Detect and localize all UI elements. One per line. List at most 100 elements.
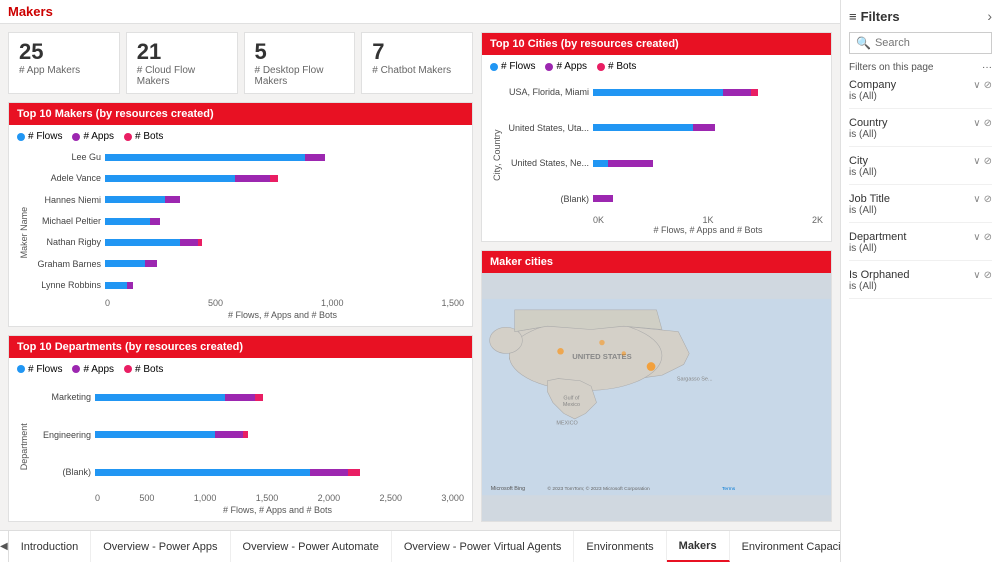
search-box[interactable]: 🔍 bbox=[849, 32, 992, 54]
maker-row-hannesniemi: Hannes Niemi bbox=[31, 195, 464, 205]
bottom-tabs: ◀ Introduction Overview - Power Apps Ove… bbox=[0, 530, 840, 562]
filter-city: City ∨ ⊘ is (All) bbox=[849, 155, 992, 185]
filter-department-expand[interactable]: ∨ bbox=[973, 232, 980, 243]
kpi-app-makers-label: # App Makers bbox=[19, 65, 109, 76]
tab-introduction[interactable]: Introduction bbox=[9, 531, 91, 562]
kpi-row: 25 # App Makers 21 # Cloud Flow Makers 5… bbox=[8, 32, 473, 94]
tab-overview-powerautomate[interactable]: Overview - Power Automate bbox=[231, 531, 392, 562]
filter-icon: ≡ bbox=[849, 9, 857, 24]
top10-cities-header: Top 10 Cities (by resources created) bbox=[482, 33, 831, 55]
kpi-chatbot-label: # Chatbot Makers bbox=[372, 65, 462, 76]
top10-departments-panel: Top 10 Departments (by resources created… bbox=[8, 335, 473, 522]
top10-departments-header: Top 10 Departments (by resources created… bbox=[9, 336, 472, 358]
filter-jobtitle-expand[interactable]: ∨ bbox=[973, 194, 980, 205]
page-header: Makers bbox=[0, 0, 840, 24]
top10-cities-panel: Top 10 Cities (by resources created) # F… bbox=[481, 32, 832, 242]
filter-country: Country ∨ ⊘ is (All) bbox=[849, 117, 992, 147]
kpi-chatbot-number: 7 bbox=[372, 39, 462, 65]
tab-makers[interactable]: Makers bbox=[667, 531, 730, 562]
tab-overview-powerapps[interactable]: Overview - Power Apps bbox=[91, 531, 230, 562]
page-title: Makers bbox=[8, 4, 53, 19]
search-input[interactable] bbox=[875, 37, 985, 49]
filter-company: Company ∨ ⊘ is (All) bbox=[849, 79, 992, 109]
svg-text:© 2023 TomTom; © 2023 Microsof: © 2023 TomTom; © 2023 Microsoft Corporat… bbox=[547, 485, 650, 492]
tab-environment-capacity[interactable]: Environment Capacity bbox=[730, 531, 840, 562]
filter-city-clear[interactable]: ⊘ bbox=[984, 156, 992, 167]
filters-header: ≡ Filters › bbox=[849, 8, 992, 24]
kpi-cloud-flow-label: # Cloud Flow Makers bbox=[137, 65, 227, 87]
maker-cities-panel: Maker cities bbox=[481, 250, 832, 522]
svg-text:Microsoft Bing: Microsoft Bing bbox=[491, 486, 525, 492]
tab-overview-powervirtualagents[interactable]: Overview - Power Virtual Agents bbox=[392, 531, 575, 562]
maker-cities-map: Gulf of Mexico UNITED STATES MEXICO Sarg… bbox=[482, 273, 831, 521]
kpi-cloud-flow-makers: 21 # Cloud Flow Makers bbox=[126, 32, 238, 94]
departments-x-axis: 0 500 1,000 1,500 2,000 2,500 3,000 bbox=[31, 493, 464, 503]
top10-departments-body: # Flows # Apps # Bots bbox=[9, 358, 472, 521]
maker-cities-header: Maker cities bbox=[482, 251, 831, 273]
dept-row-engineering: Engineering bbox=[31, 430, 464, 440]
filter-country-clear[interactable]: ⊘ bbox=[984, 118, 992, 129]
top10-cities-body: # Flows # Apps # Bots bbox=[482, 55, 831, 241]
svg-text:Terms: Terms bbox=[722, 486, 736, 492]
maker-row-leegu: Lee Gu bbox=[31, 152, 464, 162]
map-dot-miami bbox=[647, 362, 656, 371]
filter-city-expand[interactable]: ∨ bbox=[973, 156, 980, 167]
city-row-utah: United States, Uta... bbox=[504, 123, 819, 133]
departments-bar-chart: Marketing Engineering bbox=[31, 379, 464, 491]
tab-environments[interactable]: Environments bbox=[574, 531, 666, 562]
filter-orphaned-expand[interactable]: ∨ bbox=[973, 270, 980, 281]
cities-legend: # Flows # Apps # Bots bbox=[490, 61, 823, 72]
makers-bar-chart: Lee Gu Adele Vance bbox=[31, 146, 464, 295]
filter-company-expand[interactable]: ∨ bbox=[973, 80, 980, 91]
dept-y-axis-label: Department bbox=[17, 379, 31, 515]
cities-y-axis-label: City, Country bbox=[490, 76, 504, 235]
filter-orphaned: Is Orphaned ∨ ⊘ is (All) bbox=[849, 269, 992, 299]
city-row-ne: United States, Ne... bbox=[504, 158, 819, 168]
legend-apps: # Apps bbox=[72, 131, 114, 142]
maker-row-michaelpeltier: Michael Peltier bbox=[31, 216, 464, 226]
legend-flows-dot bbox=[17, 133, 25, 141]
filter-department: Department ∨ ⊘ is (All) bbox=[849, 231, 992, 261]
filters-title: ≡ Filters bbox=[849, 9, 900, 24]
filters-section-dots: ··· bbox=[982, 62, 992, 73]
makers-legend: # Flows # Apps # Bots bbox=[17, 131, 464, 142]
tab-nav-prev[interactable]: ◀ bbox=[0, 531, 9, 562]
makers-x-axis: 0 500 1,000 1,500 bbox=[31, 298, 464, 308]
departments-axis-label: # Flows, # Apps and # Bots bbox=[31, 505, 464, 515]
filters-section-title: Filters on this page ··· bbox=[849, 62, 992, 73]
kpi-cloud-flow-number: 21 bbox=[137, 39, 227, 65]
filter-company-clear[interactable]: ⊘ bbox=[984, 80, 992, 91]
right-panels: Top 10 Cities (by resources created) # F… bbox=[481, 32, 832, 522]
legend-bots: # Bots bbox=[124, 131, 163, 142]
top10-makers-header: Top 10 Makers (by resources created) bbox=[9, 103, 472, 125]
legend-apps-dot bbox=[72, 133, 80, 141]
legend-bots-dot bbox=[124, 133, 132, 141]
cities-axis-label: # Flows, # Apps and # Bots bbox=[504, 225, 823, 235]
city-row-miami: USA, Florida, Miami bbox=[504, 87, 819, 97]
filter-jobtitle-clear[interactable]: ⊘ bbox=[984, 194, 992, 205]
filter-department-clear[interactable]: ⊘ bbox=[984, 232, 992, 243]
svg-text:Mexico: Mexico bbox=[563, 402, 580, 408]
dashboard-area: 25 # App Makers 21 # Cloud Flow Makers 5… bbox=[0, 24, 840, 530]
kpi-desktop-flow-label: # Desktop Flow Makers bbox=[255, 65, 345, 87]
dept-row-marketing: Marketing bbox=[31, 392, 464, 402]
dept-row-blank: (Blank) bbox=[31, 467, 464, 477]
search-icon: 🔍 bbox=[856, 36, 871, 50]
filters-panel: ≡ Filters › 🔍 Filters on this page ··· C… bbox=[840, 0, 1000, 562]
filters-expand-icon[interactable]: › bbox=[987, 8, 992, 24]
cities-x-axis: 0K 1K 2K bbox=[504, 215, 823, 225]
map-svg: Gulf of Mexico UNITED STATES MEXICO Sarg… bbox=[482, 273, 831, 521]
kpi-app-makers: 25 # App Makers bbox=[8, 32, 120, 94]
top10-makers-body: # Flows # Apps # Bots bbox=[9, 125, 472, 325]
filter-jobtitle: Job Title ∨ ⊘ is (All) bbox=[849, 193, 992, 223]
kpi-desktop-flow-number: 5 bbox=[255, 39, 345, 65]
cities-chart-area: USA, Florida, Miami United States, Uta..… bbox=[504, 76, 823, 215]
left-panels: 25 # App Makers 21 # Cloud Flow Makers 5… bbox=[8, 32, 473, 522]
filter-country-expand[interactable]: ∨ bbox=[973, 118, 980, 129]
filter-orphaned-clear[interactable]: ⊘ bbox=[984, 270, 992, 281]
maker-row-grahambarnes: Graham Barnes bbox=[31, 259, 464, 269]
svg-text:MEXICO: MEXICO bbox=[556, 420, 577, 426]
top10-makers-panel: Top 10 Makers (by resources created) # F… bbox=[8, 102, 473, 326]
svg-text:Sargasso Se...: Sargasso Se... bbox=[677, 377, 713, 383]
legend-flows: # Flows bbox=[17, 131, 62, 142]
